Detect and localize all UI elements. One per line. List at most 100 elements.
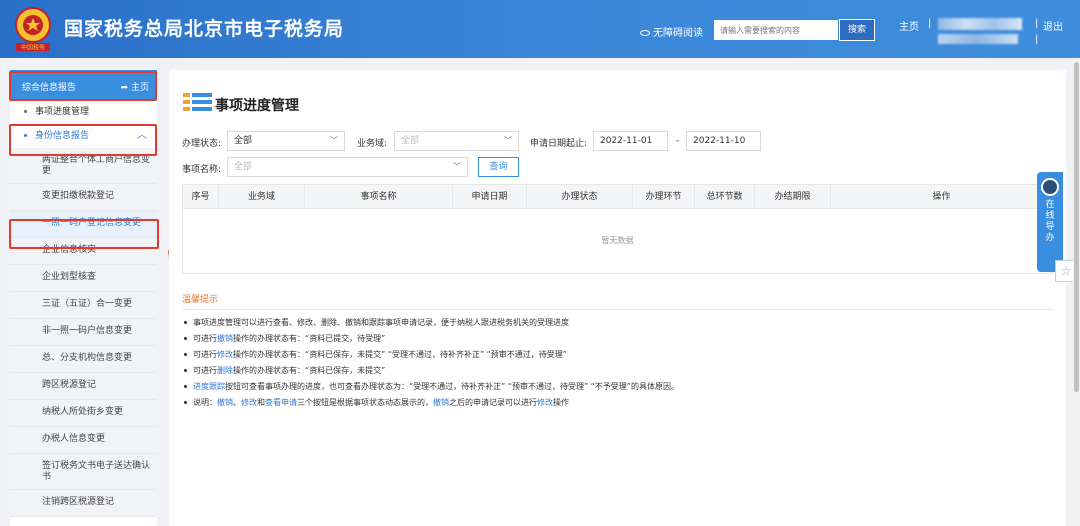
chevron-down-icon: ﹀ (453, 162, 461, 171)
table-header: 序号 业务域 事项名称 申请日期 办理状态 办理环节 总环节数 办结期限 操作 (183, 185, 1052, 209)
user-name-blurred (938, 18, 1022, 30)
tip-keyword-link[interactable]: 删除 (217, 366, 233, 375)
bullet-icon (184, 385, 187, 388)
site-title: 国家税务总局北京市电子税务局 (64, 18, 345, 40)
column-header: 办理状态 (527, 185, 633, 209)
tip-line: 进度跟踪按钮可查看事项办理的进度，也可查看办理状态为：“受理不通过，待补齐补正”… (184, 381, 679, 392)
sidebar-subitem[interactable]: 总、分支机构信息变更 (10, 346, 157, 373)
tip-text: 可进行 (193, 366, 217, 375)
chevron-down-icon: ﹀ (330, 136, 338, 145)
sidebar: 综合信息报告 ➦ 主页 事项进度管理 身份信息报告 ︿ 两证整合个体工商户信息变更… (10, 70, 157, 526)
sidebar-header: 综合信息报告 ➦ 主页 (10, 70, 157, 100)
tip-keyword-link[interactable]: 查看申请 (265, 398, 297, 407)
tip-keyword-link[interactable]: 撤销 (433, 398, 449, 407)
tip-line: 说明：撤销、修改和查看申请三个按钮是根据事项状态动态展示的，撤销之后的申请记录可… (184, 397, 569, 408)
column-header: 序号 (183, 185, 219, 209)
user-info-blurred (938, 34, 1018, 44)
status-select-value: 全部 (234, 136, 253, 146)
tip-text: 说明： (193, 398, 217, 407)
sidebar-item-progress-management[interactable]: 事项进度管理 (10, 100, 157, 124)
bullet-icon (184, 401, 187, 404)
eye-icon (640, 30, 650, 36)
scrollbar-thumb[interactable] (1074, 62, 1079, 392)
tip-text: 、 (233, 398, 241, 407)
guide-char: 线 (1045, 211, 1055, 221)
sidebar-home-label: 主页 (130, 83, 149, 93)
status-select[interactable]: 全部 ﹀ (227, 131, 345, 151)
sidebar-subitem[interactable]: 注销跨区税源登记 (10, 490, 157, 517)
tip-text: 按钮可查看事项办理的进度，也可查看办理状态为：“受理不通过，待补齐补正” “预审… (225, 382, 679, 391)
online-guide-button[interactable]: 在线导办 (1037, 172, 1063, 272)
sidebar-subitem[interactable]: 非一照一码户信息变更 (10, 319, 157, 346)
sidebar-item-identity-report[interactable]: 身份信息报告 ︿ (10, 124, 157, 148)
bullet-icon (184, 337, 187, 340)
tips-title: 温馨提示 (182, 295, 219, 305)
table-empty-text: 暂无数据 (601, 236, 634, 245)
separator: | (928, 18, 932, 29)
date-to-input[interactable]: 2022-11-10 (686, 131, 761, 151)
reply-arrow-icon: ➦ (120, 83, 131, 93)
sidebar-subitem-selected[interactable]: 一照一码户登记信息变更 (10, 211, 157, 238)
progress-table: 序号 业务域 事项名称 申请日期 办理状态 办理环节 总环节数 办结期限 操作 … (182, 184, 1053, 274)
page-title: 事项进度管理 (215, 98, 299, 114)
tip-keyword-link[interactable]: 修改 (241, 398, 257, 407)
tip-text: 可进行 (193, 334, 217, 343)
tip-line: 事项进度管理可以进行查看、修改、删除、撤销和跟踪事项申请记录，便于纳税人跟进税务… (184, 317, 569, 328)
separator: | (1035, 34, 1039, 45)
item-name-select[interactable]: 全部 ﹀ (227, 157, 468, 177)
tip-text: 操作 (553, 398, 569, 407)
search-input[interactable] (714, 20, 838, 40)
date-range-dash: - (676, 136, 680, 146)
sidebar-subitem[interactable]: 跨区税源登记 (10, 373, 157, 400)
tip-text: 可进行 (193, 350, 217, 359)
accessibility-reading-link[interactable]: 无障碍阅读 (640, 24, 703, 39)
bullet-icon (24, 134, 27, 137)
bullet-icon (24, 110, 27, 113)
tip-text: 操作的办理状态有：“资料已保存，未提交” (233, 366, 386, 375)
domain-filter-label: 业务域: (357, 139, 388, 149)
tip-keyword-link[interactable]: 撤销 (217, 398, 233, 407)
column-header: 总环节数 (695, 185, 755, 209)
logout-link[interactable]: 退出 (1043, 18, 1063, 33)
tip-text: 三个按钮是根据事项状态动态展示的， (297, 398, 433, 407)
tip-text: 和 (257, 398, 265, 407)
search-button[interactable]: 搜索 (839, 19, 875, 41)
date-from-input[interactable]: 2022-11-01 (593, 131, 668, 151)
list-title-icon (183, 93, 212, 111)
sidebar-item-label: 身份信息报告 (35, 131, 90, 141)
sidebar-item-label: 事项进度管理 (35, 107, 90, 117)
tip-line: 可进行撤销操作的办理状态有：“资料已提交，待受理” (184, 333, 385, 344)
sidebar-subitem[interactable]: 企业划型核查 (10, 265, 157, 292)
domain-select[interactable]: 全部 ﹀ (394, 131, 519, 151)
tip-line: 可进行删除操作的办理状态有：“资料已保存，未提交” (184, 365, 385, 376)
domain-select-placeholder: 全部 (401, 136, 420, 146)
sidebar-subitem[interactable]: 办税人信息变更 (10, 427, 157, 454)
sidebar-subitem[interactable]: 两证整合个体工商户信息变更 (10, 148, 157, 184)
tip-text: 之后的申请记录可以进行 (449, 398, 537, 407)
column-header: 业务域 (219, 185, 305, 209)
column-header: 办理环节 (633, 185, 695, 209)
tip-keyword-link[interactable]: 修改 (537, 398, 553, 407)
bullet-icon (184, 369, 187, 372)
tip-keyword-link[interactable]: 修改 (217, 350, 233, 359)
tip-keyword-link[interactable]: 撤销 (217, 334, 233, 343)
sidebar-subitem[interactable]: 纳税人所处街乡变更 (10, 400, 157, 427)
guide-char: 在 (1045, 200, 1055, 210)
page-scrollbar[interactable] (1073, 60, 1080, 526)
home-link[interactable]: 主页 (899, 18, 919, 33)
sidebar-home-button[interactable]: ➦ 主页 (121, 80, 149, 93)
item-name-placeholder: 全部 (234, 162, 253, 172)
agent-avatar-icon (1041, 178, 1059, 196)
sidebar-subitem[interactable]: 三证（五证）合一变更 (10, 292, 157, 319)
sidebar-subitem[interactable]: 企业信息核实 (10, 238, 157, 265)
tax-emblem-icon: 中国税务 (15, 7, 51, 52)
accessibility-label: 无障碍阅读 (653, 28, 703, 39)
guide-char: 办 (1045, 233, 1055, 243)
bullet-icon (184, 321, 187, 324)
online-guide-label: 在线导办 (1037, 200, 1063, 244)
sidebar-subitem[interactable]: 签订税务文书电子送达确认书 (10, 454, 157, 490)
query-button[interactable]: 查询 (478, 157, 519, 177)
tip-keyword-link[interactable]: 进度跟踪 (193, 382, 225, 391)
sidebar-subitem[interactable]: 变更扣缴税款登记 (10, 184, 157, 211)
top-header: 中国税务 国家税务总局北京市电子税务局 无障碍阅读 搜索 主页 | | 退出 | (0, 0, 1080, 58)
